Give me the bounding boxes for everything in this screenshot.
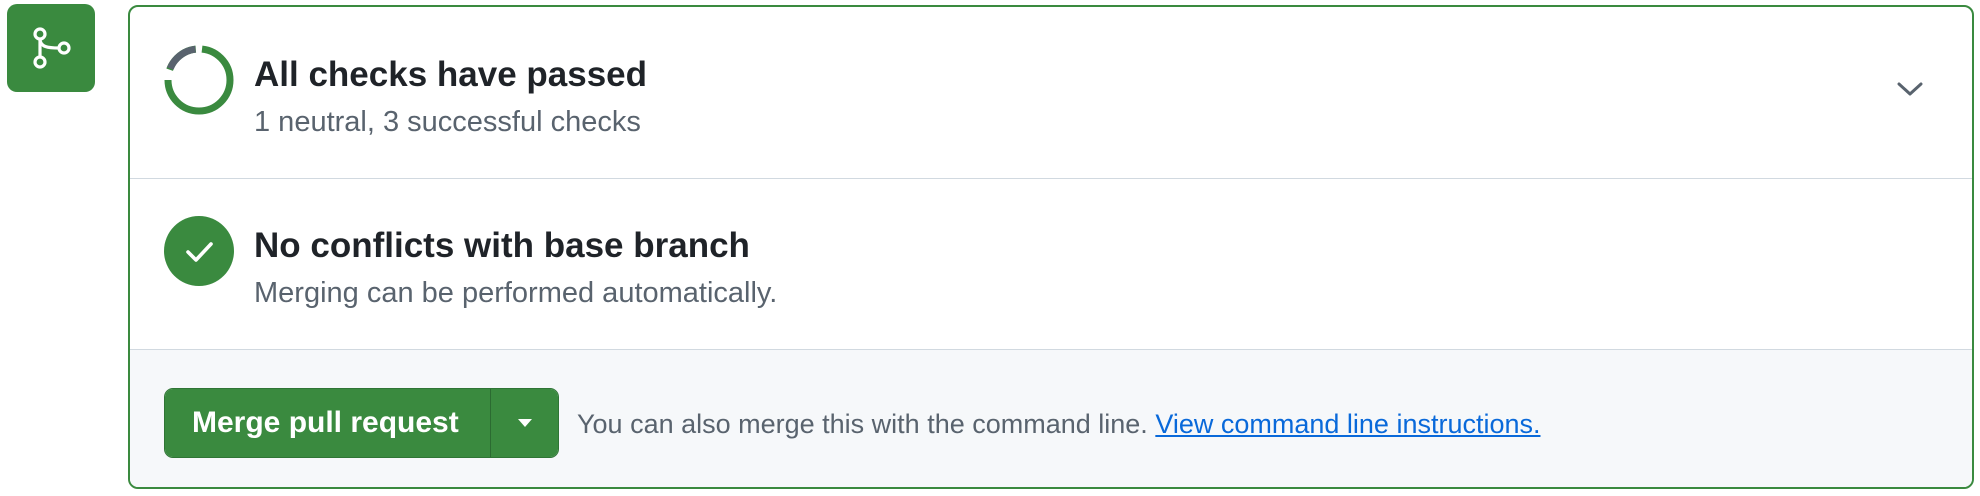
checks-subtitle: 1 neutral, 3 successful checks bbox=[254, 106, 641, 138]
command-line-hint-text: You can also merge this with the command… bbox=[577, 409, 1148, 439]
conflicts-subtitle: Merging can be performed automatically. bbox=[254, 277, 778, 309]
triangle-down-icon bbox=[517, 419, 532, 427]
merge-status-panel: All checks have passed 1 neutral, 3 succ… bbox=[128, 5, 1974, 489]
command-line-instructions-link[interactable]: View command line instructions. bbox=[1155, 409, 1540, 439]
expand-checks-button[interactable] bbox=[1892, 71, 1928, 107]
conflicts-title: No conflicts with base branch bbox=[254, 226, 750, 265]
merge-button-group: Merge pull request bbox=[164, 388, 559, 458]
git-merge-icon bbox=[33, 27, 71, 69]
check-circle-icon bbox=[164, 216, 234, 286]
merge-box-root: All checks have passed 1 neutral, 3 succ… bbox=[0, 0, 1980, 496]
command-line-hint: You can also merge this with the command… bbox=[577, 411, 1541, 438]
chevron-down-icon bbox=[1897, 82, 1923, 96]
merge-pull-request-button[interactable]: Merge pull request bbox=[165, 389, 490, 457]
branch-status-tile bbox=[7, 4, 95, 92]
conflicts-section: No conflicts with base branch Merging ca… bbox=[130, 179, 1972, 350]
checks-title: All checks have passed bbox=[254, 55, 647, 94]
progress-ring-icon bbox=[163, 44, 234, 115]
merge-options-dropdown[interactable] bbox=[490, 389, 558, 457]
checks-section: All checks have passed 1 neutral, 3 succ… bbox=[130, 7, 1972, 179]
merge-section: Merge pull request You can also merge th… bbox=[130, 350, 1972, 487]
